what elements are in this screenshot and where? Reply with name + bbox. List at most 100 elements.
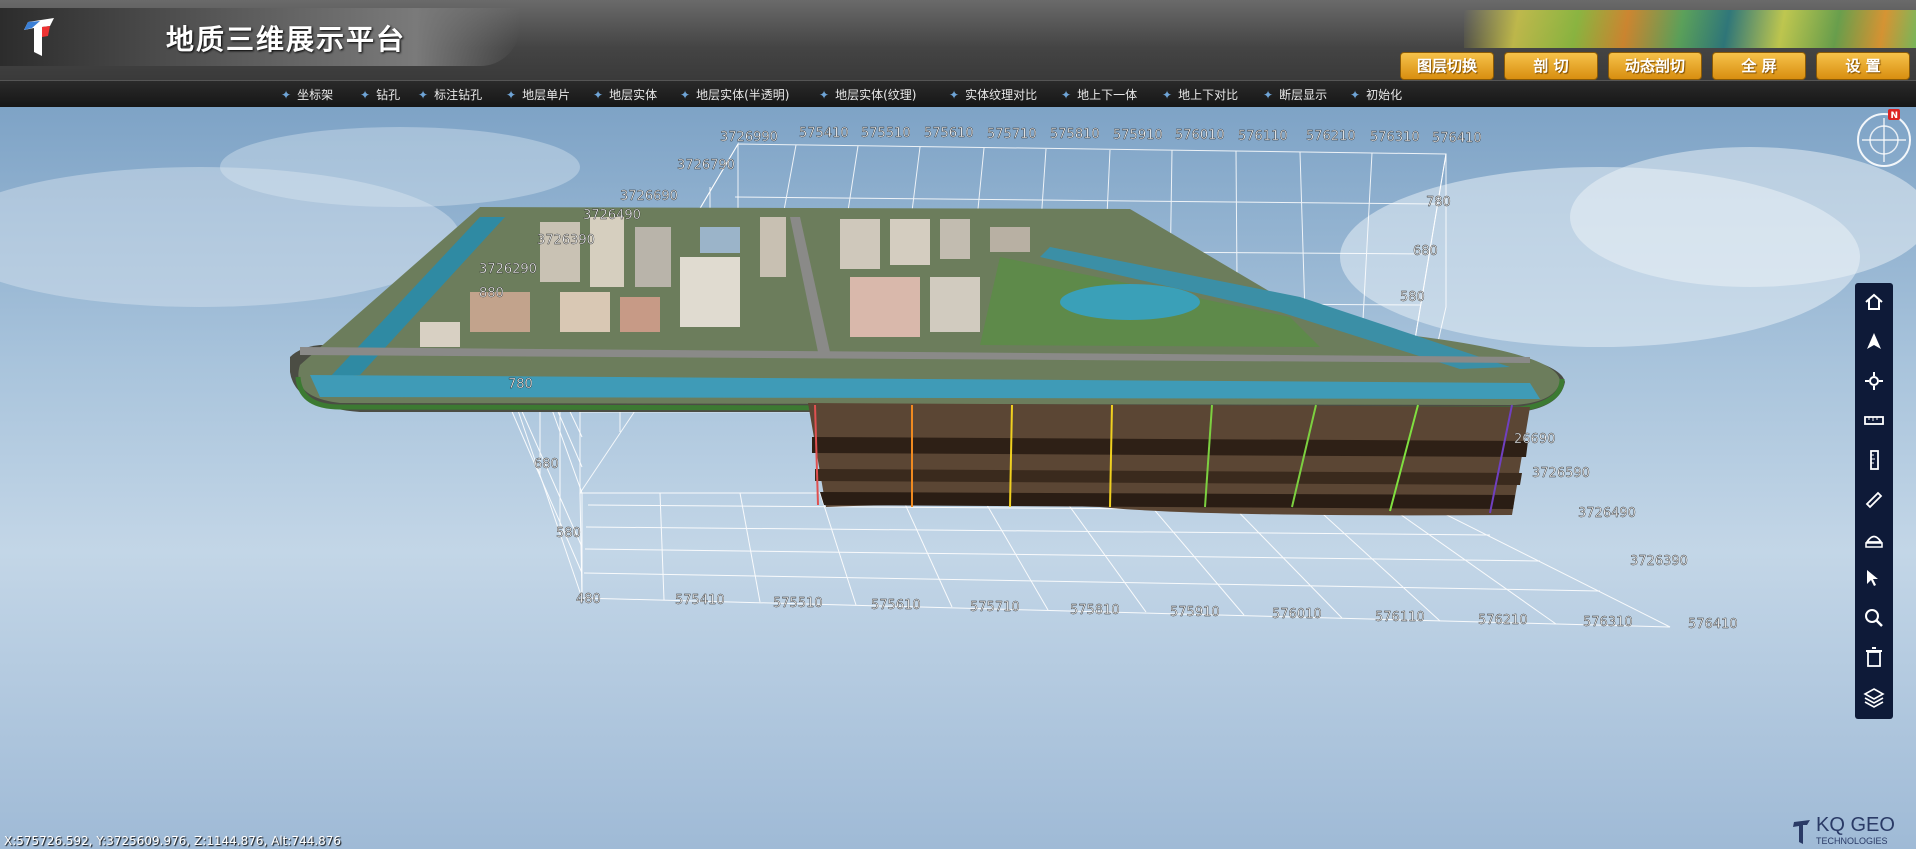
axis-label: 3726590 bbox=[1532, 466, 1590, 481]
toolbar-item-stratum-semitransparent[interactable]: ✦ 地层实体(半透明) bbox=[680, 86, 789, 104]
axis-label: 580 bbox=[1400, 290, 1425, 305]
axis-label: 575510 bbox=[861, 126, 911, 141]
star-icon: ✦ bbox=[506, 88, 517, 102]
overview-minimap[interactable] bbox=[1464, 10, 1916, 48]
app-header: 地质三维展示平台 图层切换 剖 切 动态剖切 全 屏 设 置 bbox=[0, 0, 1916, 80]
measure-icon[interactable] bbox=[1859, 484, 1889, 514]
axis-label: 575410 bbox=[799, 126, 849, 141]
toolbar-item-label: 地上下一体 bbox=[1077, 88, 1138, 102]
toolbar-item-above-below-integrated[interactable]: ✦ 地上下一体 bbox=[1061, 86, 1137, 104]
brand-logo-icon bbox=[1793, 820, 1810, 844]
toolbar-item-label: 实体纹理对比 bbox=[965, 88, 1038, 102]
area-measure-icon[interactable] bbox=[1859, 524, 1889, 554]
axis-label: 3726790 bbox=[677, 158, 735, 173]
brand-logo: KQ GEO TECHNOLOGIES bbox=[1788, 814, 1916, 849]
search-icon[interactable] bbox=[1859, 603, 1889, 633]
layers-icon[interactable] bbox=[1859, 682, 1889, 712]
axis-label: 3726390 bbox=[1630, 554, 1688, 569]
star-icon: ✦ bbox=[360, 88, 371, 102]
3d-viewport[interactable]: 3726990 575410 575510 575610 575710 5758… bbox=[0, 107, 1916, 849]
toolbar-item-above-below-compare[interactable]: ✦ 地上下对比 bbox=[1162, 86, 1238, 104]
star-icon: ✦ bbox=[418, 88, 429, 102]
cloud bbox=[1570, 147, 1916, 287]
axis-label: 576410 bbox=[1688, 617, 1738, 632]
toolbar-item-drillhole[interactable]: ✦ 钻孔 bbox=[360, 86, 400, 104]
layer-switch-button[interactable]: 图层切换 bbox=[1400, 52, 1494, 80]
toolbar-item-label: 地层实体(半透明) bbox=[696, 88, 790, 102]
axis-label: 3726490 bbox=[1578, 506, 1636, 521]
axis-label: 480 bbox=[576, 592, 601, 607]
toolbar-item-label: 坐标架 bbox=[297, 88, 334, 102]
axis-label: 576210 bbox=[1478, 613, 1528, 628]
3d-scene[interactable]: 3726990 575410 575510 575610 575710 5758… bbox=[0, 107, 1916, 849]
toolbar-item-texture-compare[interactable]: ✦ 实体纹理对比 bbox=[949, 86, 1037, 104]
axis-label: 575810 bbox=[1070, 603, 1120, 618]
toolbar-item-stratum-texture[interactable]: ✦ 地层实体(纹理) bbox=[819, 86, 916, 104]
park-lake bbox=[1060, 284, 1200, 320]
star-icon: ✦ bbox=[1061, 88, 1072, 102]
axis-label: 576110 bbox=[1238, 129, 1288, 144]
toolbar-item-stratum-solid[interactable]: ✦ 地层实体 bbox=[593, 86, 657, 104]
toolbar-item-fault-display[interactable]: ✦ 断层显示 bbox=[1263, 86, 1327, 104]
axis-label: 580 bbox=[556, 526, 581, 541]
axis-label: 780 bbox=[508, 377, 533, 392]
axis-label: 680 bbox=[1413, 244, 1438, 259]
pointer-select-icon[interactable] bbox=[1859, 563, 1889, 593]
axis-label: 576310 bbox=[1370, 130, 1420, 145]
toolbar-item-label: 断层显示 bbox=[1279, 88, 1328, 102]
toolbar-item-label-drillhole[interactable]: ✦ 标注钻孔 bbox=[418, 86, 482, 104]
toolbar-item-label: 地上下对比 bbox=[1178, 88, 1239, 102]
cloud bbox=[220, 127, 580, 207]
axis-label: 3726290 bbox=[479, 262, 537, 277]
page-title: 地质三维展示平台 bbox=[166, 23, 407, 56]
star-icon: ✦ bbox=[1162, 88, 1173, 102]
axis-label: 576010 bbox=[1175, 128, 1225, 143]
star-icon: ✦ bbox=[1350, 88, 1361, 102]
function-toolbar: ✦ 坐标架 ✦ 钻孔 ✦ 标注钻孔 ✦ 地层单片 ✦ 地层实体 ✦ 地层实体(半透明) ✦ 地… bbox=[0, 80, 1916, 108]
axis-label: 576210 bbox=[1306, 129, 1356, 144]
ruler-icon[interactable] bbox=[1859, 405, 1889, 435]
axis-label: 575910 bbox=[1113, 128, 1163, 143]
north-arrow-icon[interactable] bbox=[1859, 326, 1889, 356]
settings-button[interactable]: 设 置 bbox=[1816, 52, 1910, 80]
section-cut-button[interactable]: 剖 切 bbox=[1504, 52, 1598, 80]
toolbar-item-label: 钻孔 bbox=[376, 88, 401, 102]
toolbar-item-coordinate-frame[interactable]: ✦ 坐标架 bbox=[281, 86, 333, 104]
axis-label: 3726390 bbox=[537, 233, 595, 248]
axis-label: 575710 bbox=[987, 127, 1037, 142]
axis-label: 575810 bbox=[1050, 127, 1100, 142]
axis-label: 576310 bbox=[1583, 615, 1633, 630]
locate-icon[interactable] bbox=[1859, 366, 1889, 396]
fullscreen-button[interactable]: 全 屏 bbox=[1712, 52, 1806, 80]
star-icon: ✦ bbox=[819, 88, 830, 102]
axis-label: 575610 bbox=[871, 598, 921, 613]
axis-label: 3726990 bbox=[720, 130, 778, 145]
axis-label: 576410 bbox=[1432, 131, 1482, 146]
brand-name: KQ GEO bbox=[1816, 814, 1895, 836]
star-icon: ✦ bbox=[593, 88, 604, 102]
star-icon: ✦ bbox=[281, 88, 292, 102]
vertical-measure-icon[interactable] bbox=[1859, 445, 1889, 475]
axis-label: 575410 bbox=[675, 593, 725, 608]
axis-label: 780 bbox=[1426, 195, 1451, 210]
toolbar-item-reset[interactable]: ✦ 初始化 bbox=[1350, 86, 1402, 104]
axis-label: 575910 bbox=[1170, 605, 1220, 620]
star-icon: ✦ bbox=[1263, 88, 1274, 102]
toolbar-item-stratum-slice[interactable]: ✦ 地层单片 bbox=[506, 86, 570, 104]
axis-label: 26690 bbox=[1514, 432, 1555, 447]
home-icon[interactable] bbox=[1859, 287, 1889, 317]
axis-label: 3726490 bbox=[583, 208, 641, 223]
app-logo-icon bbox=[24, 18, 54, 56]
toolbar-item-label: 地层实体 bbox=[609, 88, 658, 102]
compass-north-label: N bbox=[1891, 111, 1899, 121]
axis-label: 576110 bbox=[1375, 610, 1425, 625]
dynamic-cut-button[interactable]: 动态剖切 bbox=[1608, 52, 1702, 80]
compass-icon[interactable]: N bbox=[1854, 108, 1914, 168]
toolbar-item-label: 地层实体(纹理) bbox=[835, 88, 917, 102]
coordinate-readout: X:575726.592, Y:3725609.976, Z:1144.876,… bbox=[4, 834, 342, 848]
axis-label: 576010 bbox=[1272, 607, 1322, 622]
axis-label: 575610 bbox=[924, 126, 974, 141]
axis-label: 575510 bbox=[773, 596, 823, 611]
trash-icon[interactable] bbox=[1859, 642, 1889, 672]
star-icon: ✦ bbox=[949, 88, 960, 102]
